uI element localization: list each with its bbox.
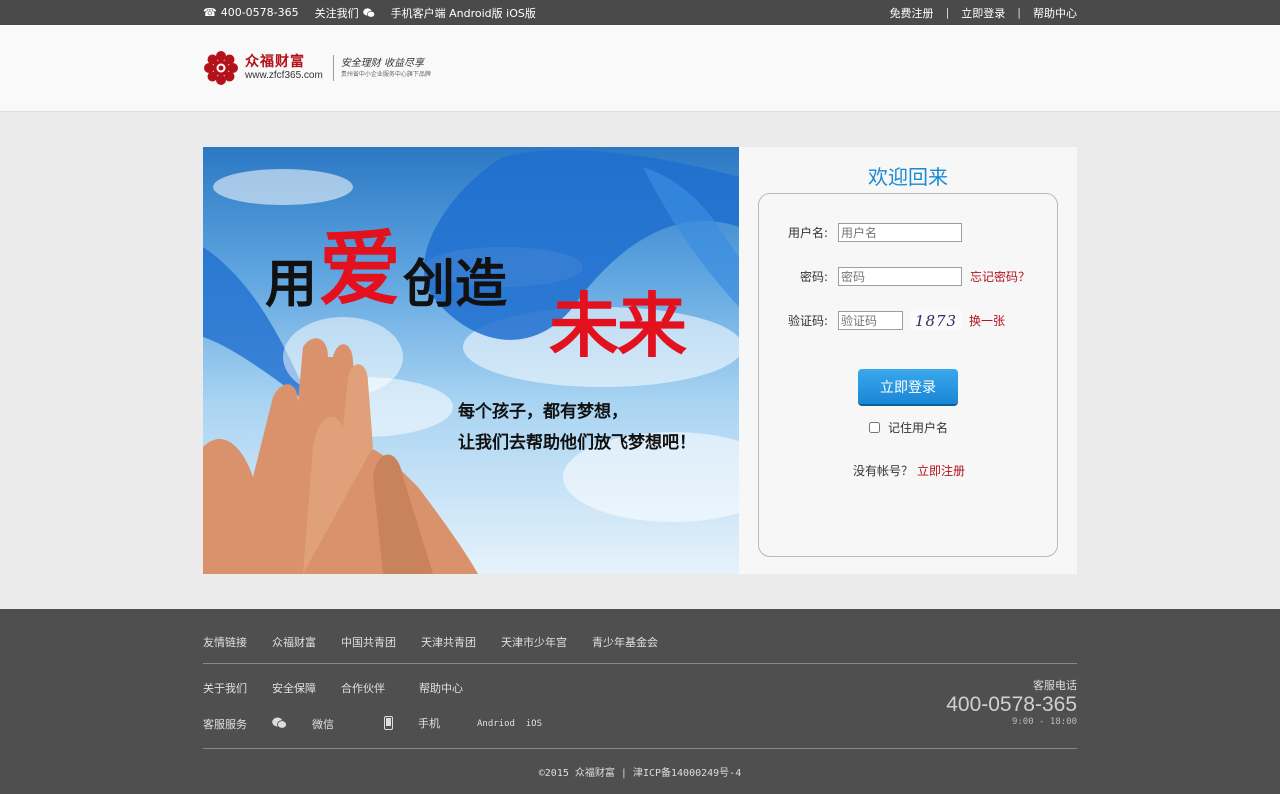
banner-image: 用 爱 创造 未来 每个孩子，都有梦想， 让我们去帮助他们放飞梦想吧！ [203,147,739,574]
register-link[interactable]: 免费注册 [890,5,934,21]
help-link[interactable]: 帮助中心 [1033,5,1077,21]
separator: | [945,6,950,19]
remember-checkbox[interactable] [869,422,880,433]
separator: | [1017,6,1021,19]
logo[interactable]: 众福财富 www.zfcf365.com 安全理财 收益尽享 贵州省中小企业服务… [203,50,431,86]
copyright: ©2015 众福财富 | 津ICP备14000249号-4 [538,768,742,779]
footer-nav-security[interactable]: 安全保障 [272,680,316,696]
banner-headline: 用 爱 创造 [265,222,508,317]
hotline-number: 400-0578-365 [946,693,1077,716]
footer-wechat[interactable]: 微信 [272,716,359,733]
footer-mobile[interactable]: 手机 [384,715,465,733]
footer-divider [203,663,1077,664]
friend-links-title: 友情链接 [203,636,247,649]
mobile-phone-icon [384,715,393,733]
app-platforms[interactable]: Andriod iOS [477,719,542,729]
logo-divider [332,55,334,81]
footer-nav-partners[interactable]: 合作伙伴 [341,680,385,696]
captcha-input[interactable] [838,311,903,330]
register-prompt: 没有帐号？ 立即注册 [852,464,966,478]
login-button[interactable]: 立即登录 [858,369,958,404]
header: 众福财富 www.zfcf365.com 安全理财 收益尽享 贵州省中小企业服务… [0,25,1280,112]
logo-mark-icon [203,50,239,86]
logo-name: 众福财富 [245,54,305,70]
remember-username[interactable]: 记住用户名 [869,419,948,436]
footer-divider [203,748,1077,749]
wechat-icon [362,7,375,18]
hotline-block: 客服电话 400-0578-365 9:00 - 18:00 [946,677,1077,727]
footer: 友情链接 众福财富 中国共青团 天津共青团 天津市少年宫 青少年基金会 关于我们… [0,609,1280,794]
login-panel: 欢迎回来 用户名: 密码: 忘记密码？ 验证码: 1873 换一张 立即登录 记… [739,147,1077,574]
top-phone: ☎ 400-0578-365 [203,6,299,19]
footer-link[interactable]: 中国共青团 [341,634,396,650]
welcome-title: 欢迎回来 [868,167,948,189]
footer-link[interactable]: 众福财富 [272,634,316,650]
username-label: 用户名: [787,226,828,240]
forgot-password-link[interactable]: 忘记密码？ [970,268,1030,285]
banner-line2: 让我们去帮助他们放飞梦想吧！ [458,433,696,453]
hotline-label: 客服电话 [1033,679,1077,692]
footer-nav-help[interactable]: 帮助中心 [419,680,463,696]
banner-line1: 每个孩子，都有梦想， [458,402,628,422]
slogan: 安全理财 收益尽享 [340,57,424,69]
register-now-link[interactable]: 立即注册 [917,464,965,478]
service-hours: 9:00 - 18:00 [1011,717,1077,727]
footer-link[interactable]: 天津市少年宫 [501,634,567,650]
password-label: 密码: [799,270,828,284]
footer-link[interactable]: 天津共青团 [421,634,476,650]
refresh-captcha-link[interactable]: 换一张 [969,312,1005,329]
wechat-icon [272,717,287,732]
banner-future: 未来 [549,285,687,367]
slogan-sub: 贵州省中小企业服务中心旗下品牌 [340,70,431,78]
phone-icon: ☎ [203,6,217,19]
captcha-label: 验证码: [787,314,828,328]
footer-link[interactable]: 青少年基金会 [592,634,658,650]
logo-url: www.zfcf365.com [245,70,323,81]
top-bar: ☎ 400-0578-365 关注我们 手机客户端 Android版 iOS版 … [0,0,1280,25]
mobile-client-link[interactable]: 手机客户端 Android版 iOS版 [391,5,536,21]
follow-us-link[interactable]: 关注我们 [315,5,375,21]
login-form: 用户名: 密码: 忘记密码？ 验证码: 1873 换一张 立即登录 记住用户名 … [758,193,1058,557]
customer-service: 客服服务 [203,717,247,731]
login-link[interactable]: 立即登录 [961,5,1005,21]
username-input[interactable] [838,223,962,242]
password-input[interactable] [838,267,962,286]
captcha-image[interactable]: 1873 [911,311,961,330]
footer-nav-about[interactable]: 关于我们 [203,680,247,696]
